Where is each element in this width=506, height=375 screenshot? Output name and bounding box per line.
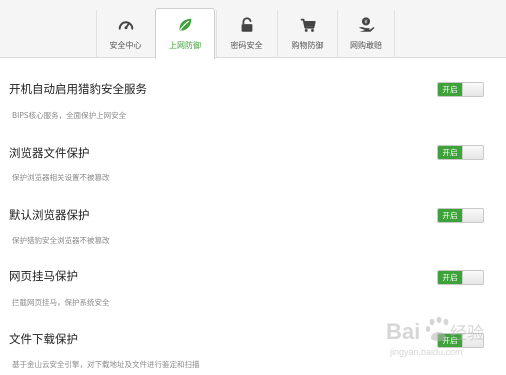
speedometer-icon [118, 21, 133, 30]
hand-coin-icon: ¥ [358, 17, 375, 32]
setting-description: BIPS核心服务，全面保护上网安全 [12, 111, 127, 120]
tab-shopping-compensation[interactable]: ¥ 网购敢赔 [337, 10, 395, 58]
baidu-watermark-logo: Bai 经验 jingyan.baidu.com [386, 316, 484, 357]
tab-label: 上网防御 [169, 41, 201, 50]
svg-text:¥: ¥ [364, 19, 368, 25]
tab-bar: 安全中心 上网防御 密码安全 购物防御 ¥ 网购敢赔 [0, 0, 506, 59]
setting-title: 开机自动启用猎豹安全服务 [9, 82, 147, 96]
toggle-on-label: 开启 [438, 271, 462, 284]
setting-description: 拦截网页挂马，保护系统安全 [12, 298, 110, 307]
toggle-switch[interactable]: 开启 [437, 270, 484, 285]
lock-icon [241, 17, 252, 32]
toggle-on-label: 开启 [438, 83, 462, 96]
svg-text:jingyan.baidu.com: jingyan.baidu.com [389, 347, 463, 357]
toggle-switch[interactable]: 开启 [437, 145, 484, 160]
toggle-knob [462, 146, 483, 159]
setting-description: 保护猎豹安全浏览器不被篡改 [12, 236, 110, 245]
toggle-switch[interactable]: 开启 [437, 208, 484, 223]
leaf-icon [179, 18, 192, 31]
tab-label: 购物防御 [291, 41, 324, 50]
toggle-knob [462, 83, 483, 96]
toggle-switch[interactable]: 开启 [437, 82, 484, 97]
tab-security-center[interactable]: 安全中心 [96, 10, 154, 58]
tab-label: 安全中心 [109, 41, 142, 50]
tab-password-security[interactable]: 密码安全 [216, 10, 276, 58]
tab-label: 密码安全 [230, 41, 263, 50]
setting-title: 默认浏览器保护 [9, 208, 90, 222]
setting-description: 保护浏览器相关设置不被篡改 [12, 173, 110, 182]
setting-title: 网页挂马保护 [9, 269, 78, 283]
toggle-knob [462, 209, 483, 222]
tab-web-defense[interactable]: 上网防御 [155, 8, 215, 59]
setting-title: 浏览器文件保护 [9, 146, 90, 160]
tab-label: 网购敢赔 [350, 41, 382, 50]
setting-description: 基于金山云安全引擎，对下载地址及文件进行鉴定和扫描 [12, 360, 200, 369]
settings-window: 安全中心 上网防御 密码安全 购物防御 ¥ 网购敢赔 开机自动启用猎豹安全服务 … [0, 0, 506, 375]
toggle-on-label: 开启 [438, 146, 462, 159]
shopping-cart-icon [300, 18, 316, 32]
svg-text:Bai: Bai [386, 319, 420, 344]
svg-text:经验: 经验 [450, 324, 484, 344]
toggle-knob [462, 271, 483, 284]
tab-shopping-defense[interactable]: 购物防御 [277, 10, 337, 58]
toggle-on-label: 开启 [438, 209, 462, 222]
setting-title: 文件下载保护 [9, 332, 78, 346]
